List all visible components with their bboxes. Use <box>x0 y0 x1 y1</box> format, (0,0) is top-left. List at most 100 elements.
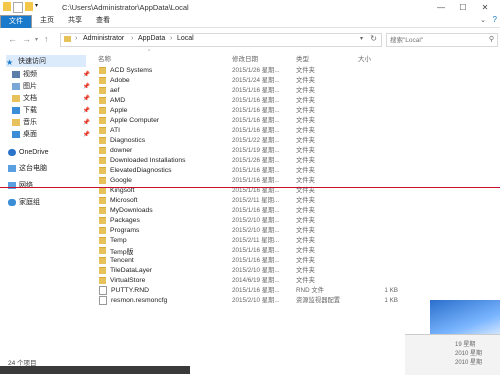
file-row[interactable]: Diagnostics 2015/1/22 星期... 文件夹 <box>96 136 496 146</box>
help-icon[interactable]: ? <box>493 15 497 24</box>
folder-icon <box>99 277 106 285</box>
minimize-button[interactable]: — <box>430 0 452 14</box>
up-button[interactable]: ↑ <box>44 34 49 44</box>
file-type: 文件夹 <box>296 127 315 134</box>
music-icon <box>12 118 20 126</box>
pin-icon[interactable]: 📌 <box>83 83 90 90</box>
file-name: ACD Systems <box>110 67 153 75</box>
tab-share[interactable]: 共享 <box>62 15 88 27</box>
file-row[interactable]: VirtualStore 2014/6/19 星期... 文件夹 <box>96 276 496 286</box>
file-row[interactable]: aef 2015/1/16 星期... 文件夹 <box>96 86 496 96</box>
sidebar-item-pictures[interactable]: 图片 📌 <box>12 80 100 92</box>
file-row[interactable]: Downloaded Installations 2015/1/26 星期... 文… <box>96 156 496 166</box>
file-row[interactable]: TileDataLayer 2015/2/10 星期... 文件夹 <box>96 266 496 276</box>
file-date: 2015/1/16 星期... <box>232 167 280 174</box>
pin-icon[interactable]: 📌 <box>83 71 90 78</box>
file-name-cell: Adobe <box>99 76 130 86</box>
file-name: Programs <box>110 227 140 235</box>
file-row[interactable]: Google 2015/1/16 星期... 文件夹 <box>96 176 496 186</box>
close-button[interactable]: ✕ <box>474 0 496 14</box>
file-name: Temp版 <box>110 248 134 256</box>
homegroup-icon <box>8 198 16 206</box>
file-name: Diagnostics <box>110 137 146 145</box>
address-bar[interactable]: › Administrator › AppData › Local ▾ ↻ <box>60 33 382 47</box>
folder-icon <box>99 207 106 215</box>
file-date: 2015/1/22 星期... <box>232 137 280 144</box>
address-dropdown-icon[interactable]: ▾ <box>360 35 363 42</box>
properties-icon[interactable] <box>13 2 23 13</box>
column-header-name[interactable]: 名称 <box>98 53 111 63</box>
ribbon-expand-icon[interactable]: ⌄ <box>480 16 486 24</box>
sidebar-item-label: 家庭组 <box>19 199 40 206</box>
refresh-icon[interactable]: ↻ <box>370 34 377 43</box>
file-name: TileDataLayer <box>110 267 153 275</box>
search-icon[interactable]: ⚲ <box>489 35 494 43</box>
new-folder-icon[interactable] <box>25 2 33 11</box>
window-controls: — ☐ ✕ <box>430 0 496 14</box>
file-row[interactable]: Temp版 2015/1/16 星期... 文件夹 <box>96 246 496 256</box>
tab-view[interactable]: 查看 <box>90 15 116 27</box>
breadcrumb-administrator[interactable]: Administrator <box>83 35 124 42</box>
file-type: 文件夹 <box>296 197 315 204</box>
file-type: 文件夹 <box>296 217 315 224</box>
file-date: 2015/1/16 星期... <box>232 87 280 94</box>
tab-file[interactable]: 文件 <box>0 15 32 29</box>
breadcrumb-separator: › <box>170 35 173 42</box>
sidebar-item-network[interactable]: 网络 <box>8 179 96 191</box>
tab-home[interactable]: 主页 <box>34 15 60 27</box>
file-row[interactable]: PUTTY.RND 2015/1/16 星期... RND 文件 1 KB <box>96 286 496 296</box>
search-input[interactable] <box>387 34 483 46</box>
sidebar-item-onedrive[interactable]: OneDrive <box>8 146 96 158</box>
search-box[interactable]: ⚲ <box>386 33 498 47</box>
file-date: 2015/1/26 星期... <box>232 67 280 74</box>
file-row[interactable]: Adobe 2015/1/24 星期... 文件夹 <box>96 76 496 86</box>
file-row[interactable]: Apple Computer 2015/1/16 星期... 文件夹 <box>96 116 496 126</box>
sidebar-item-quick-access[interactable]: ★ 快速访问 <box>6 55 86 67</box>
breadcrumb-separator: › <box>131 35 134 42</box>
file-row[interactable]: Apple 2015/1/16 星期... 文件夹 <box>96 106 496 116</box>
breadcrumb-local[interactable]: Local <box>177 35 194 42</box>
file-row[interactable]: ACD Systems 2015/1/26 星期... 文件夹 <box>96 66 496 76</box>
pin-icon[interactable]: 📌 <box>83 131 90 138</box>
sidebar-item-documents[interactable]: 文档 📌 <box>12 92 100 104</box>
qat-dropdown-icon[interactable]: ▾ <box>35 2 43 11</box>
sidebar-item-desktop[interactable]: 桌面 📌 <box>12 128 100 140</box>
file-row[interactable]: Microsoft 2015/2/11 星期... 文件夹 <box>96 196 496 206</box>
pin-icon[interactable]: 📌 <box>83 119 90 126</box>
file-date: 2015/1/19 星期... <box>232 147 280 154</box>
sidebar-item-videos[interactable]: 视频 📌 <box>12 68 100 80</box>
column-header-type[interactable]: 类型 <box>296 53 309 63</box>
back-button[interactable]: ← <box>8 34 17 44</box>
file-date: 2015/1/16 星期... <box>232 287 280 294</box>
sidebar-item-music[interactable]: 音乐 📌 <box>12 116 100 128</box>
file-row[interactable]: ElevatedDiagnostics 2015/1/16 星期... 文件夹 <box>96 166 496 176</box>
downloads-icon <box>12 106 20 114</box>
file-row[interactable]: Programs 2015/2/10 星期... 文件夹 <box>96 226 496 236</box>
forward-button[interactable]: → <box>22 34 31 44</box>
folder-icon <box>99 217 106 225</box>
sidebar-item-downloads[interactable]: 下载 📌 <box>12 104 100 116</box>
file-row[interactable]: Packages 2015/2/10 星期... 文件夹 <box>96 216 496 226</box>
column-header-date[interactable]: 修改日期 <box>232 53 258 63</box>
file-row[interactable]: AMD 2015/1/16 星期... 文件夹 <box>96 96 496 106</box>
maximize-button[interactable]: ☐ <box>452 0 474 14</box>
folder-icon <box>99 67 106 75</box>
file-row[interactable]: MyDownloads 2015/1/16 星期... 文件夹 <box>96 206 496 216</box>
pin-icon[interactable]: 📌 <box>83 107 90 114</box>
file-row[interactable]: downer 2015/1/19 星期... 文件夹 <box>96 146 496 156</box>
sidebar-item-this-pc[interactable]: 这台电脑 <box>8 162 96 174</box>
breadcrumb-appdata[interactable]: AppData <box>138 35 165 42</box>
file-type: 文件夹 <box>296 87 315 94</box>
recent-dropdown-icon[interactable]: ▾ <box>35 36 38 43</box>
pin-icon[interactable]: 📌 <box>83 95 90 102</box>
file-row[interactable]: Temp 2015/2/11 星期... 文件夹 <box>96 236 496 246</box>
file-row[interactable]: Tencent 2015/1/16 星期... 文件夹 <box>96 256 496 266</box>
file-row[interactable]: ATI 2015/1/16 星期... 文件夹 <box>96 126 496 136</box>
column-header-size[interactable]: 大小 <box>358 53 371 63</box>
file-type: 文件夹 <box>296 267 315 274</box>
file-date: 2015/2/10 星期... <box>232 267 280 274</box>
file-date: 2015/1/16 星期... <box>232 247 280 254</box>
file-date: 2015/1/16 星期... <box>232 117 280 124</box>
folder-icon <box>99 97 106 105</box>
sidebar-item-homegroup[interactable]: 家庭组 <box>8 196 96 208</box>
